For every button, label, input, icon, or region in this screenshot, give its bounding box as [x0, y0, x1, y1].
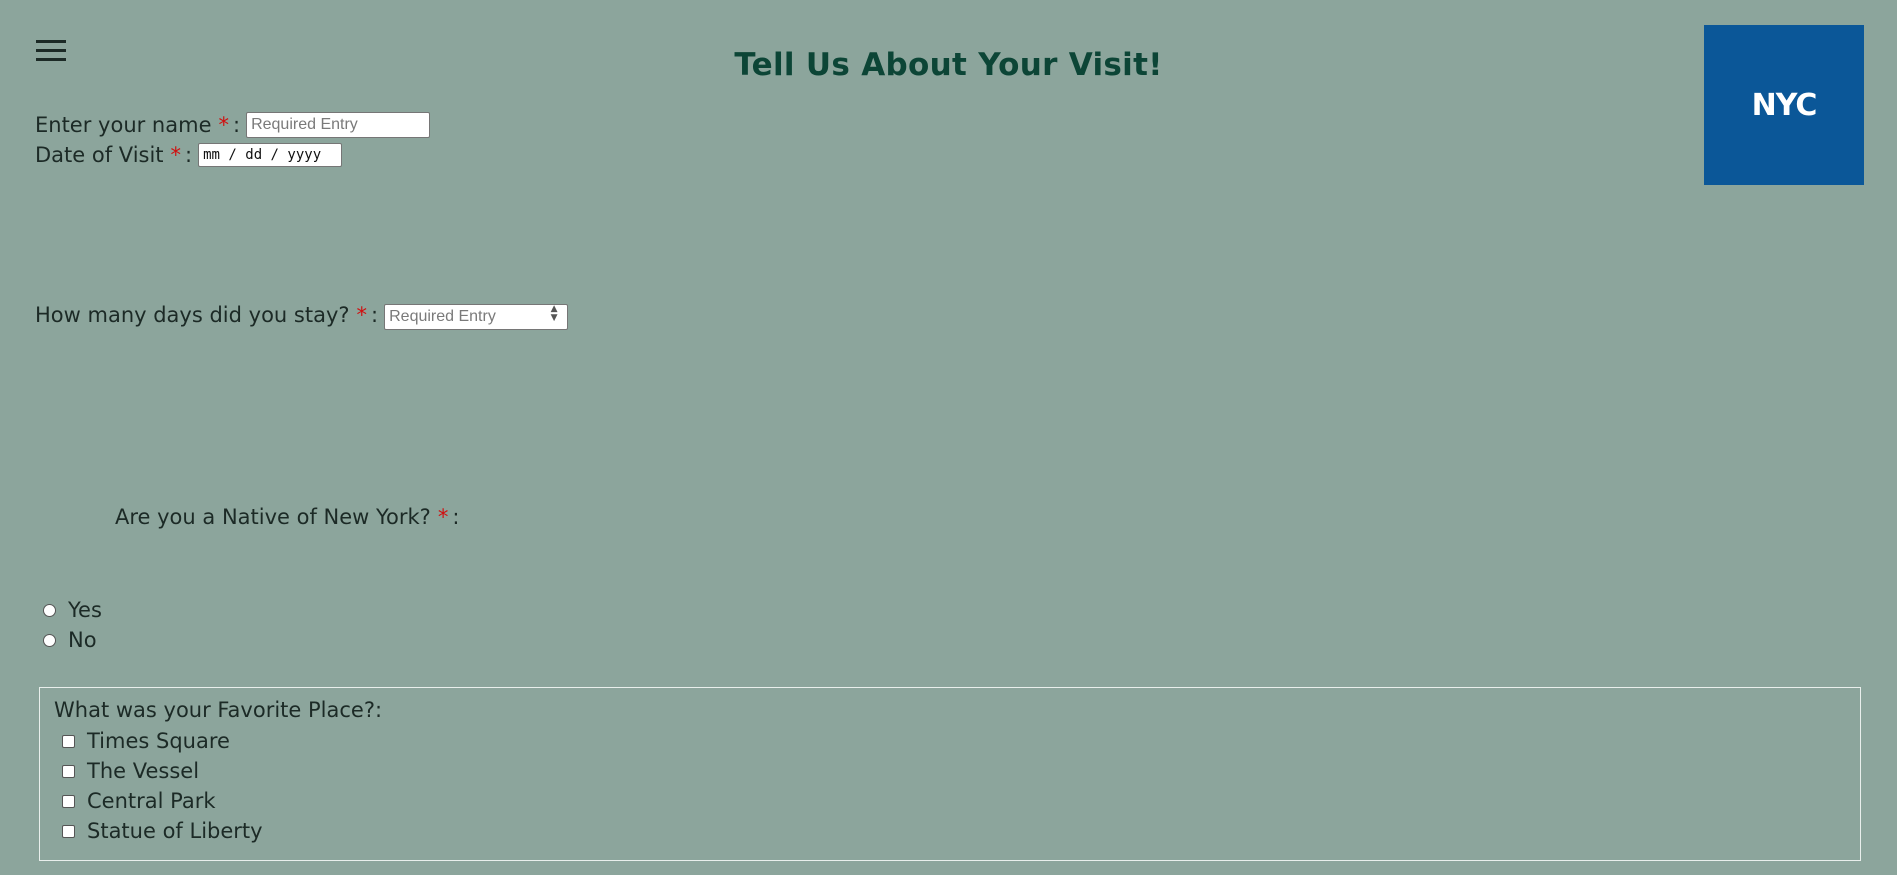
days-input-wrap: ▲▼ [384, 302, 569, 330]
colon: : [452, 505, 460, 529]
required-mark: * [218, 113, 230, 137]
date-input[interactable]: mm / dd / yyyy [198, 143, 343, 167]
number-spinner-icon[interactable]: ▲ ▼ [546, 305, 562, 325]
radio-yes[interactable] [43, 603, 56, 617]
nyc-logo: NYC [1704, 25, 1864, 185]
colon: : [371, 303, 379, 327]
checkbox-central-park[interactable] [62, 794, 75, 808]
checkbox-the-vessel[interactable] [62, 764, 75, 778]
native-label: Are you a Native of New York? [115, 505, 431, 529]
colon: : [233, 113, 241, 137]
page: Tell Us About Your Visit! NYC Enter your… [0, 0, 1897, 875]
page-title: Tell Us About Your Visit! [734, 47, 1163, 83]
name-input[interactable] [246, 112, 431, 138]
name-row: Enter your name * : [35, 112, 431, 138]
radio-label-no: No [68, 628, 97, 652]
required-mark: * [356, 303, 368, 327]
native-option-yes[interactable]: Yes [43, 598, 102, 622]
colon: : [185, 143, 193, 167]
date-row: Date of Visit * : mm / dd / yyyy [35, 143, 343, 167]
radio-no[interactable] [43, 633, 56, 647]
favorite-option-statue-of-liberty[interactable]: Statue of Liberty [62, 819, 263, 843]
checkbox-times-square[interactable] [62, 734, 75, 748]
date-label: Date of Visit [35, 143, 164, 167]
favorite-option-central-park[interactable]: Central Park [62, 789, 216, 813]
required-mark: * [437, 505, 449, 529]
radio-label-yes: Yes [68, 598, 102, 622]
favorite-place-fieldset: What was your Favorite Place?: Times Squ… [39, 687, 1861, 861]
checkbox-statue-of-liberty[interactable] [62, 824, 75, 838]
days-input[interactable] [384, 304, 569, 330]
checkbox-label: The Vessel [87, 759, 200, 783]
date-placeholder: mm / dd / yyyy [203, 147, 322, 163]
name-label: Enter your name [35, 113, 212, 137]
days-row: How many days did you stay? * : ▲▼ [35, 302, 569, 330]
nyc-logo-text: NYC [1751, 87, 1818, 123]
checkbox-label: Central Park [87, 789, 216, 813]
favorite-option-the-vessel[interactable]: The Vessel [62, 759, 199, 783]
checkbox-label: Statue of Liberty [87, 819, 263, 843]
favorite-place-label: What was your Favorite Place?: [54, 698, 383, 722]
menu-bar [36, 39, 66, 43]
days-label: How many days did you stay? [35, 303, 350, 327]
favorite-option-times-square[interactable]: Times Square [62, 729, 230, 753]
native-row: Are you a Native of New York? * : [115, 505, 465, 529]
native-option-no[interactable]: No [43, 628, 97, 652]
checkbox-label: Times Square [87, 729, 230, 753]
required-mark: * [170, 143, 182, 167]
